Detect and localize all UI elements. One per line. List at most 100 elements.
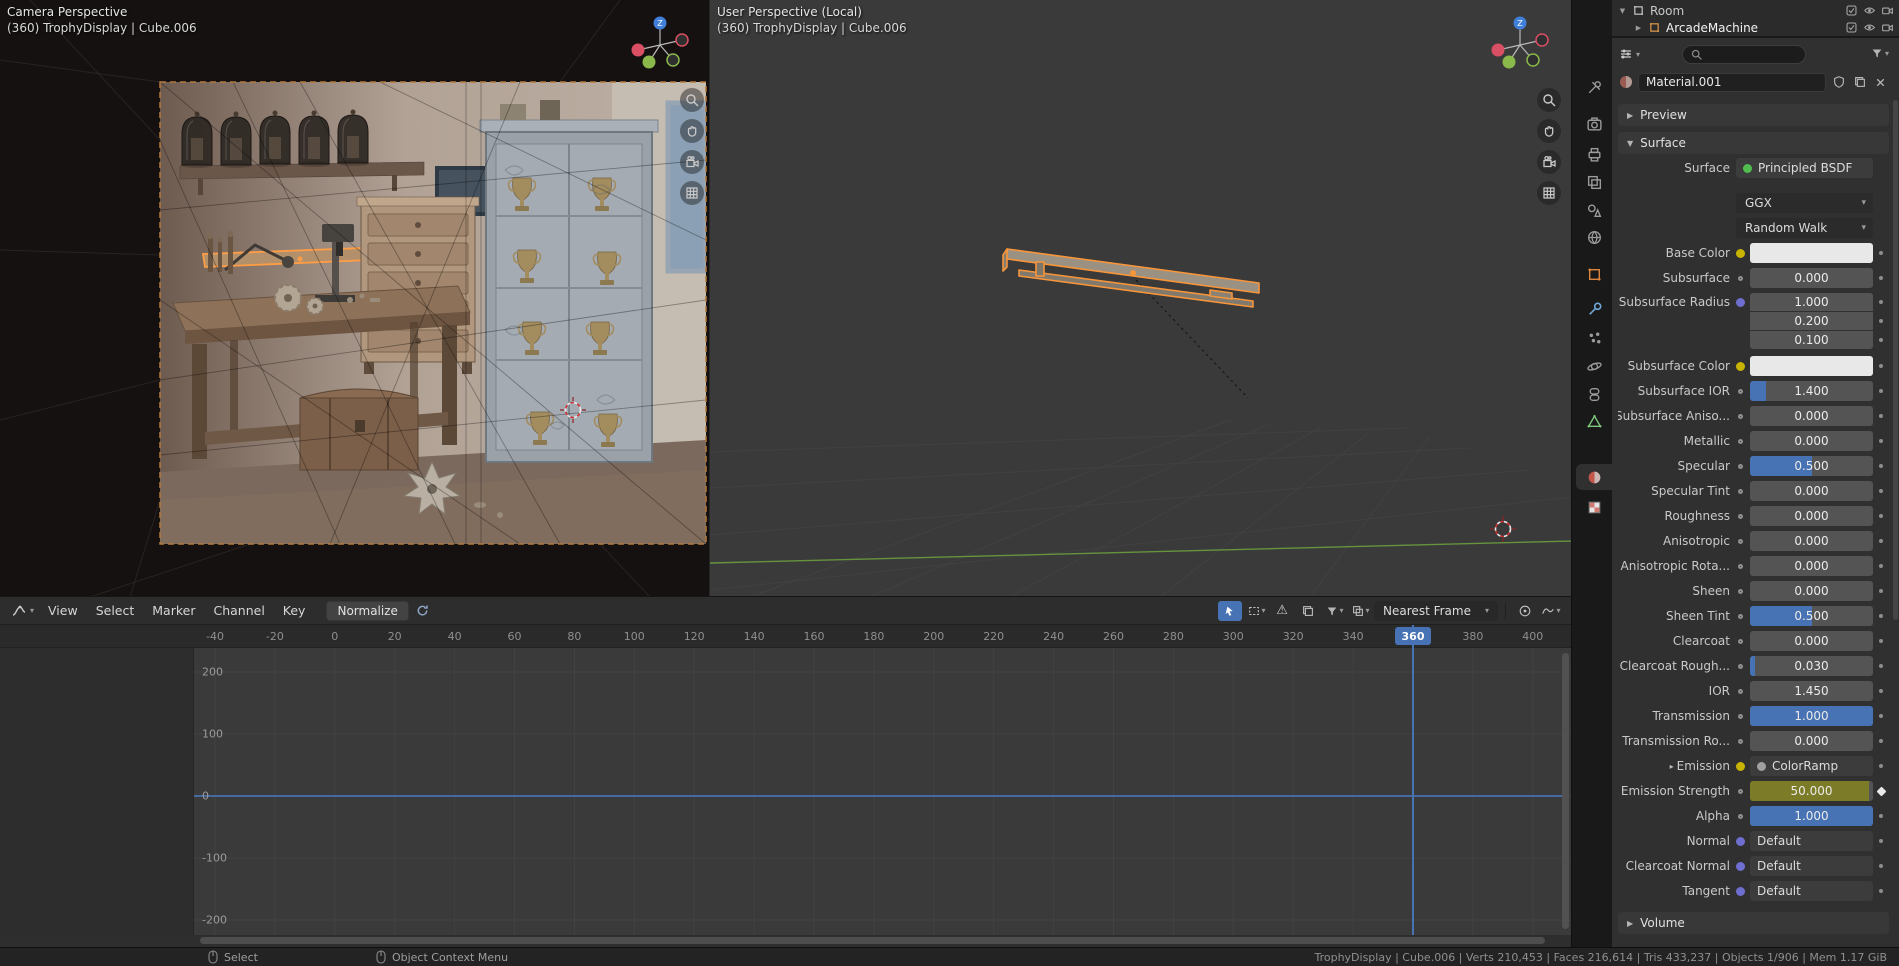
menu-item[interactable]: Key	[274, 603, 315, 618]
normalize-button[interactable]: Normalize	[326, 601, 408, 621]
animate-decorator[interactable]	[1873, 839, 1889, 843]
property-field[interactable]: Random Walk ▾	[1736, 218, 1873, 238]
animate-decorator[interactable]	[1873, 664, 1889, 668]
section-volume[interactable]: ▶ Volume	[1618, 912, 1889, 934]
section-preview[interactable]: ▶ Preview	[1618, 104, 1889, 126]
copy-icon[interactable]	[1296, 601, 1320, 621]
search-input[interactable]	[1682, 45, 1806, 64]
menu-item[interactable]: Select	[87, 603, 144, 618]
animate-decorator[interactable]	[1873, 464, 1889, 468]
property-field[interactable]: 50.000	[1750, 781, 1873, 801]
menu-item[interactable]: View	[39, 603, 87, 618]
tab-physics[interactable]	[1576, 353, 1613, 379]
tab-constraints[interactable]	[1576, 381, 1613, 407]
falloff-dropdown[interactable]: ▾	[1539, 601, 1563, 621]
move-view-hand-icon[interactable]	[680, 119, 704, 143]
navigation-gizmo[interactable]: Z	[1485, 10, 1555, 80]
animate-decorator[interactable]	[1873, 489, 1889, 493]
animate-decorator[interactable]	[1873, 788, 1889, 795]
property-field[interactable]: Default	[1750, 831, 1873, 851]
property-field[interactable]: 0.500	[1750, 456, 1873, 476]
animate-decorator[interactable]	[1873, 414, 1889, 418]
tab-object-data[interactable]	[1576, 408, 1613, 434]
expand-icon[interactable]: ▸	[1670, 762, 1674, 771]
menu-item[interactable]: Marker	[143, 603, 204, 618]
editor-type-button[interactable]: ▾	[8, 603, 37, 619]
hide-eye-icon[interactable]	[1863, 4, 1876, 17]
properties-scrollbar[interactable]	[1893, 100, 1898, 620]
exclude-checkbox-icon[interactable]	[1845, 21, 1858, 34]
property-field[interactable]: 0.000	[1750, 556, 1873, 576]
property-field[interactable]: 1.000	[1750, 706, 1873, 726]
animate-decorator[interactable]	[1873, 539, 1889, 543]
camera-visibility-icon[interactable]	[1881, 21, 1894, 34]
property-field[interactable]: 1.450	[1750, 681, 1873, 701]
filter-funnel-button[interactable]: ▾	[1870, 46, 1889, 60]
disclosure-triangle-icon[interactable]: ▶	[1634, 24, 1643, 32]
property-field[interactable]: 0.030	[1750, 656, 1873, 676]
select-box-tool-button[interactable]: ▾	[1244, 601, 1268, 621]
property-field[interactable]: Default	[1750, 881, 1873, 901]
property-field[interactable]: ColorRamp	[1750, 756, 1873, 776]
animate-decorator[interactable]	[1873, 889, 1889, 893]
animate-decorator[interactable]	[1873, 201, 1889, 205]
tab-material[interactable]	[1576, 464, 1613, 490]
current-frame-indicator[interactable]: 360	[1395, 627, 1431, 645]
animate-decorator[interactable]	[1873, 251, 1889, 255]
property-field[interactable]: 0.000	[1750, 506, 1873, 526]
disclosure-triangle-icon[interactable]: ▼	[1618, 7, 1627, 15]
tab-particles[interactable]	[1576, 325, 1613, 351]
material-name-field[interactable]: Material.001	[1638, 73, 1826, 92]
animate-decorator[interactable]	[1873, 739, 1889, 743]
tab-output[interactable]	[1576, 141, 1613, 167]
fake-user-shield-icon[interactable]	[1830, 74, 1847, 91]
tab-view-layer[interactable]	[1576, 169, 1613, 195]
outliner-row[interactable]: ▼ Room	[1612, 2, 1899, 19]
tab-scene[interactable]	[1576, 197, 1613, 223]
animate-decorator[interactable]	[1873, 276, 1889, 280]
animate-decorator[interactable]	[1873, 439, 1889, 443]
property-field[interactable]: Principled BSDF	[1736, 158, 1873, 178]
navigation-gizmo[interactable]: Z	[625, 10, 695, 80]
tab-object[interactable]	[1576, 261, 1613, 287]
animate-decorator[interactable]	[1873, 364, 1889, 368]
animate-decorator[interactable]	[1873, 319, 1889, 323]
curve-view-area[interactable]	[0, 648, 1571, 935]
outliner-row[interactable]: ▶ ArcadeMachine	[1612, 19, 1899, 36]
property-field[interactable]: 0.200	[1750, 312, 1873, 330]
move-view-hand-icon[interactable]	[1537, 119, 1561, 143]
animate-decorator[interactable]	[1873, 864, 1889, 868]
camera-view-icon[interactable]	[680, 150, 704, 174]
property-field[interactable]: 0.000	[1750, 581, 1873, 601]
tweak-tool-button[interactable]	[1218, 601, 1242, 621]
property-field[interactable]: 0.000	[1750, 268, 1873, 288]
property-field[interactable]	[1750, 356, 1873, 376]
animate-decorator[interactable]	[1873, 226, 1889, 230]
property-field[interactable]: GGX ▾	[1736, 193, 1873, 213]
property-field[interactable]: 1.000	[1750, 293, 1873, 311]
auto-normalize-refresh-button[interactable]	[411, 601, 435, 621]
property-field[interactable]: 0.000	[1750, 731, 1873, 751]
property-field[interactable]: 0.100	[1750, 331, 1873, 349]
snap-mode-dropdown[interactable]: Nearest Frame ▾	[1374, 601, 1498, 621]
tab-render[interactable]	[1576, 111, 1613, 137]
property-field[interactable]: 1.000	[1750, 806, 1873, 826]
property-field[interactable]: 0.000	[1750, 481, 1873, 501]
animate-decorator[interactable]	[1873, 714, 1889, 718]
channel-region[interactable]	[0, 648, 194, 935]
vertical-scrollbar[interactable]	[1562, 653, 1569, 929]
property-field[interactable]: 0.000	[1750, 531, 1873, 551]
horizontal-scrollbar[interactable]	[200, 937, 1545, 944]
exclude-checkbox-icon[interactable]	[1845, 4, 1858, 17]
animate-decorator[interactable]	[1873, 300, 1889, 304]
animate-decorator[interactable]	[1873, 764, 1889, 768]
tab-world[interactable]	[1576, 224, 1613, 250]
new-copy-icon[interactable]	[1851, 74, 1868, 91]
property-field[interactable]: 0.000	[1750, 431, 1873, 451]
hide-eye-icon[interactable]	[1863, 21, 1876, 34]
animate-decorator[interactable]	[1873, 564, 1889, 568]
animate-decorator[interactable]	[1873, 589, 1889, 593]
animate-decorator[interactable]	[1873, 389, 1889, 393]
frame-ruler[interactable]: -40-200204060801001201401601802002202402…	[0, 625, 1571, 648]
menu-item[interactable]: Channel	[204, 603, 273, 618]
